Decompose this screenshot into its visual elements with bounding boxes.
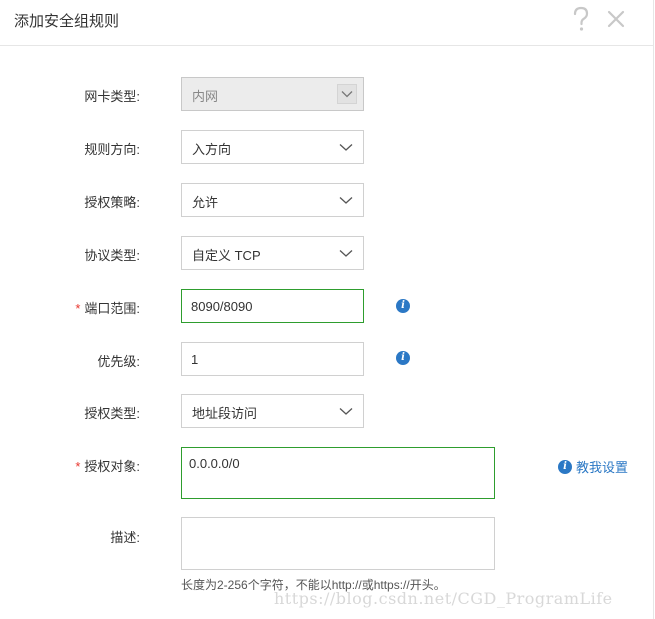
chevron-down-icon (337, 84, 357, 104)
port-range-label: * 端口范围: (75, 301, 140, 316)
dialog-title: 添加安全组规则 (14, 13, 120, 30)
priority-input[interactable] (181, 342, 364, 376)
dialog-header: 添加安全组规则 (0, 0, 653, 46)
direction-value: 入方向 (192, 142, 232, 157)
auth-object-textarea[interactable]: 0.0.0.0/0 (181, 447, 495, 499)
help-icon[interactable] (569, 4, 593, 34)
auth-object-label: * 授权对象: (75, 459, 140, 474)
port-range-input[interactable] (181, 289, 364, 323)
protocol-value: 自定义 TCP (192, 248, 261, 263)
teach-me-link[interactable]: i 教我设置 (558, 457, 628, 476)
chevron-down-icon (339, 408, 353, 415)
description-textarea[interactable] (181, 517, 495, 570)
info-icon[interactable]: i (396, 299, 410, 313)
direction-label: 规则方向: (84, 142, 140, 157)
required-marker: * (75, 301, 81, 316)
auth-type-value: 地址段访问 (192, 406, 258, 421)
watermark: https://blog.csdn.net/CGD_ProgramLife (274, 589, 613, 608)
info-icon: i (558, 459, 572, 474)
description-label: 描述: (110, 530, 140, 545)
direction-select[interactable]: 入方向 (181, 130, 364, 164)
teach-me-link-label: 教我设置 (576, 460, 629, 475)
required-marker: * (75, 459, 81, 474)
policy-value: 允许 (192, 195, 219, 210)
close-icon[interactable] (604, 4, 628, 34)
policy-select[interactable]: 允许 (181, 183, 364, 217)
nic-type-select: 内网 (181, 77, 364, 111)
priority-label: 优先级: (97, 354, 140, 369)
auth-type-select[interactable]: 地址段访问 (181, 394, 364, 428)
policy-label: 授权策略: (84, 195, 140, 210)
info-icon[interactable]: i (396, 351, 410, 365)
add-security-group-rule-dialog: 添加安全组规则 网卡类型: 内网 规则方向: 入方向 授权策略: 允许 协议类型… (0, 0, 654, 619)
protocol-label: 协议类型: (84, 248, 140, 263)
chevron-down-icon (339, 197, 353, 204)
chevron-down-icon (339, 144, 353, 151)
chevron-down-icon (339, 250, 353, 257)
auth-type-label: 授权类型: (84, 406, 140, 421)
nic-type-label: 网卡类型: (84, 89, 140, 104)
nic-type-value: 内网 (192, 89, 219, 104)
protocol-select[interactable]: 自定义 TCP (181, 236, 364, 270)
